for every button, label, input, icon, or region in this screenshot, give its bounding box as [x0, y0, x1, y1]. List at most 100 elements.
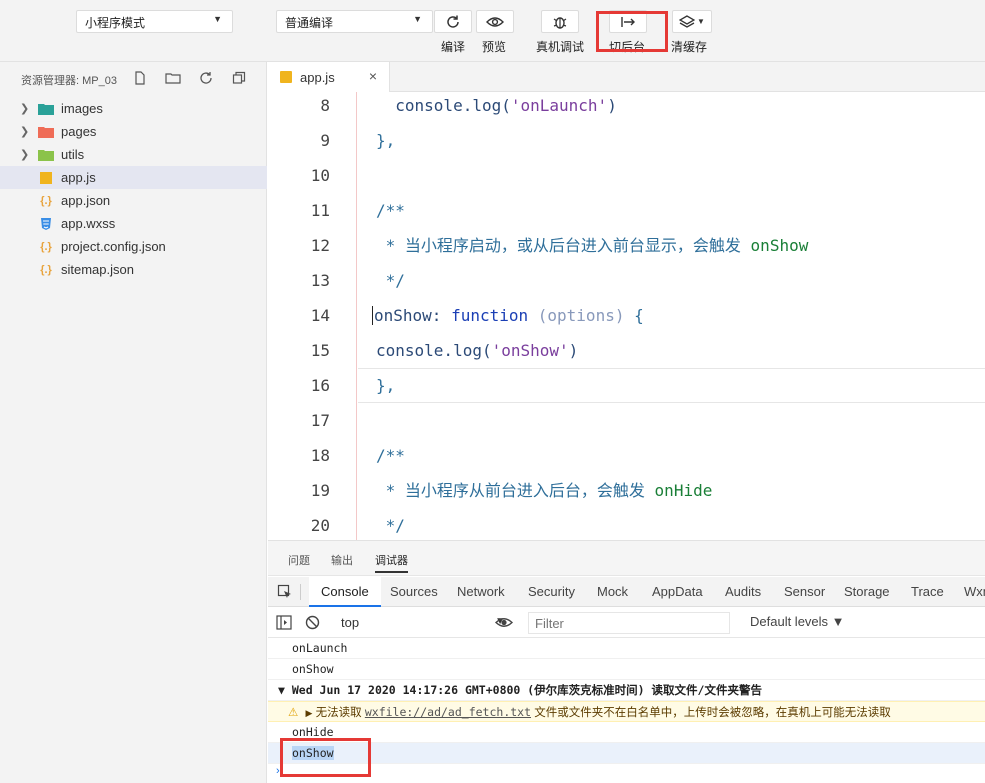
tree-item-sitemap[interactable]: {.} sitemap.json — [0, 258, 267, 281]
clear-cache-button[interactable]: ▼ — [672, 10, 712, 33]
code-text: }, — [376, 131, 396, 150]
tab-problems[interactable]: 问题 — [288, 552, 310, 568]
bug-icon — [553, 16, 567, 29]
warning-suffix: 文件或文件夹不在白名单中，上传时会被忽略，在真机上可能无法读取 — [534, 707, 891, 719]
devtools-tab-storage[interactable]: Storage — [844, 577, 890, 607]
clear-cache-label: 清缓存 — [671, 40, 708, 54]
tree-item-label: app.wxss — [61, 216, 116, 231]
devtools-tab-audits[interactable]: Audits — [725, 577, 761, 607]
tree-item-utils[interactable]: ❯ utils — [0, 143, 267, 166]
code-text: * 当小程序启动，或从后台进入前台显示，会触发 onShow — [376, 236, 809, 255]
compile-select[interactable]: 普通编译 ▼ — [276, 10, 433, 33]
warning-prefix: 无法读取 — [315, 707, 362, 719]
highlight-box-background — [596, 11, 668, 52]
explorer-header: 资源管理器: MP_03 — [0, 62, 267, 95]
folder-utils-icon — [38, 148, 54, 162]
code-line: 18 /** — [268, 438, 985, 473]
code-line: 11 /** — [268, 193, 985, 228]
console-warning[interactable]: ⚠ ▶ 无法读取 wxfile://ad/ad_fetch.txt 文件或文件夹… — [268, 701, 985, 722]
line-number: 10 — [310, 166, 330, 185]
mode-select[interactable]: 小程序模式 ▼ — [76, 10, 233, 33]
mode-select-value: 小程序模式 — [85, 16, 146, 30]
devtools-tab-sensor[interactable]: Sensor — [784, 577, 825, 607]
caret-down-icon: ▼ — [213, 14, 222, 24]
devtools-tab-sources[interactable]: Sources — [390, 577, 438, 607]
editor-tab-bar: app.js × — [268, 62, 985, 92]
caret-down-icon: ▼ — [697, 17, 705, 26]
code-text: * 当小程序从前台进入后台，会触发 onHide — [376, 481, 713, 500]
json-file-icon: {.} — [40, 240, 52, 253]
devtools-tab-bar: Console Sources Network Security Mock Ap… — [268, 577, 985, 607]
preview-button[interactable] — [476, 10, 514, 33]
tree-item-app-js[interactable]: app.js — [0, 166, 267, 189]
code-line: 20 */ — [268, 508, 985, 540]
tree-item-label: app.json — [61, 193, 111, 208]
toggle-sidebar-icon[interactable] — [276, 615, 292, 633]
console-message: onLaunch — [268, 638, 985, 659]
refresh-icon[interactable] — [197, 69, 215, 87]
code-text: */ — [376, 516, 405, 535]
tree-item-label: project.config.json — [61, 239, 166, 254]
tab-debugger[interactable]: 调试器 — [375, 552, 408, 573]
line-number: 14 — [310, 306, 330, 325]
code-line: 8 console.log('onLaunch') — [268, 92, 985, 123]
close-icon[interactable]: × — [369, 68, 377, 84]
console-message: onShow — [268, 659, 985, 680]
folder-images-icon — [38, 102, 54, 116]
console-message-selected[interactable]: onShow — [268, 743, 985, 764]
tree-item-app-wxss[interactable]: app.wxss — [0, 212, 267, 235]
devtools-tab-network[interactable]: Network — [457, 577, 505, 607]
context-value: top — [341, 615, 360, 630]
log-levels-dropdown[interactable]: Default levels ▼ — [750, 614, 845, 629]
new-file-icon[interactable] — [131, 69, 149, 87]
compile-select-value: 普通编译 — [285, 16, 334, 30]
code-line: 14 onShow: function (options) { — [268, 298, 985, 333]
compile-button[interactable] — [434, 10, 472, 33]
triangle-right-icon: ▶ — [305, 708, 313, 718]
tree-item-app-json[interactable]: {.} app.json — [0, 189, 267, 212]
context-select[interactable]: top ▼ — [333, 612, 509, 634]
code-text: /** — [376, 201, 405, 220]
devtools-tab-console[interactable]: Console — [309, 577, 381, 607]
line-number: 18 — [310, 446, 330, 465]
tree-item-images[interactable]: ❯ images — [0, 97, 267, 120]
inspect-element-icon[interactable] — [277, 584, 293, 603]
js-file-icon — [280, 71, 292, 83]
eye-icon — [486, 16, 504, 27]
chevron-right-icon: ❯ — [20, 103, 30, 115]
devtools-tab-appdata[interactable]: AppData — [652, 577, 703, 607]
code-text: console.log('onLaunch') — [395, 96, 617, 115]
new-folder-icon[interactable] — [164, 69, 182, 87]
devtools-tab-wxml[interactable]: Wxml — [964, 577, 985, 607]
triangle-down-icon: ▼ — [278, 683, 292, 697]
devtools-tab-trace[interactable]: Trace — [911, 577, 944, 607]
code-line: 12 * 当小程序启动，或从后台进入前台显示，会触发 onShow — [268, 228, 985, 263]
file-explorer: 资源管理器: MP_03 ❯ images ❯ pages ❯ utils ap… — [0, 62, 267, 783]
top-toolbar: 小程序模式 ▼ 普通编译 ▼ ▼ 编译 预览 真机调试 切后台 清缓存 — [0, 0, 985, 62]
explorer-title: 资源管理器: MP_03 — [21, 75, 117, 87]
eye-icon[interactable] — [494, 616, 514, 632]
devtools-tab-mock[interactable]: Mock — [597, 577, 628, 607]
tree-item-pages[interactable]: ❯ pages — [0, 120, 267, 143]
code-text: console.log('onShow') — [376, 341, 579, 360]
tree-item-label: sitemap.json — [61, 262, 134, 277]
tree-item-project-config[interactable]: {.} project.config.json — [0, 235, 267, 258]
json-file-icon: {.} — [40, 263, 52, 276]
collapse-all-icon[interactable] — [230, 69, 248, 87]
console-group-text: Wed Jun 17 2020 14:17:26 GMT+0800 (伊尔库茨克… — [291, 683, 762, 697]
code-line: 13 */ — [268, 263, 985, 298]
tab-label: app.js — [300, 69, 335, 85]
tab-output[interactable]: 输出 — [331, 552, 353, 568]
console-group-header[interactable]: ▼ Wed Jun 17 2020 14:17:26 GMT+0800 (伊尔库… — [268, 680, 985, 701]
warning-link[interactable]: wxfile://ad/ad_fetch.txt — [365, 705, 531, 719]
filter-input[interactable] — [528, 612, 730, 634]
code-editor[interactable]: 8 console.log('onLaunch') 9 }, 10 11 /**… — [268, 92, 985, 540]
tab-app-js[interactable]: app.js × — [268, 62, 390, 92]
line-number: 19 — [310, 481, 330, 500]
code-line: 17 — [268, 403, 985, 438]
console-toolbar: top ▼ Default levels ▼ — [268, 608, 985, 638]
clear-console-icon[interactable] — [305, 615, 320, 633]
remote-debug-button[interactable] — [541, 10, 579, 33]
code-line: 9 }, — [268, 123, 985, 158]
devtools-tab-security[interactable]: Security — [528, 577, 575, 607]
